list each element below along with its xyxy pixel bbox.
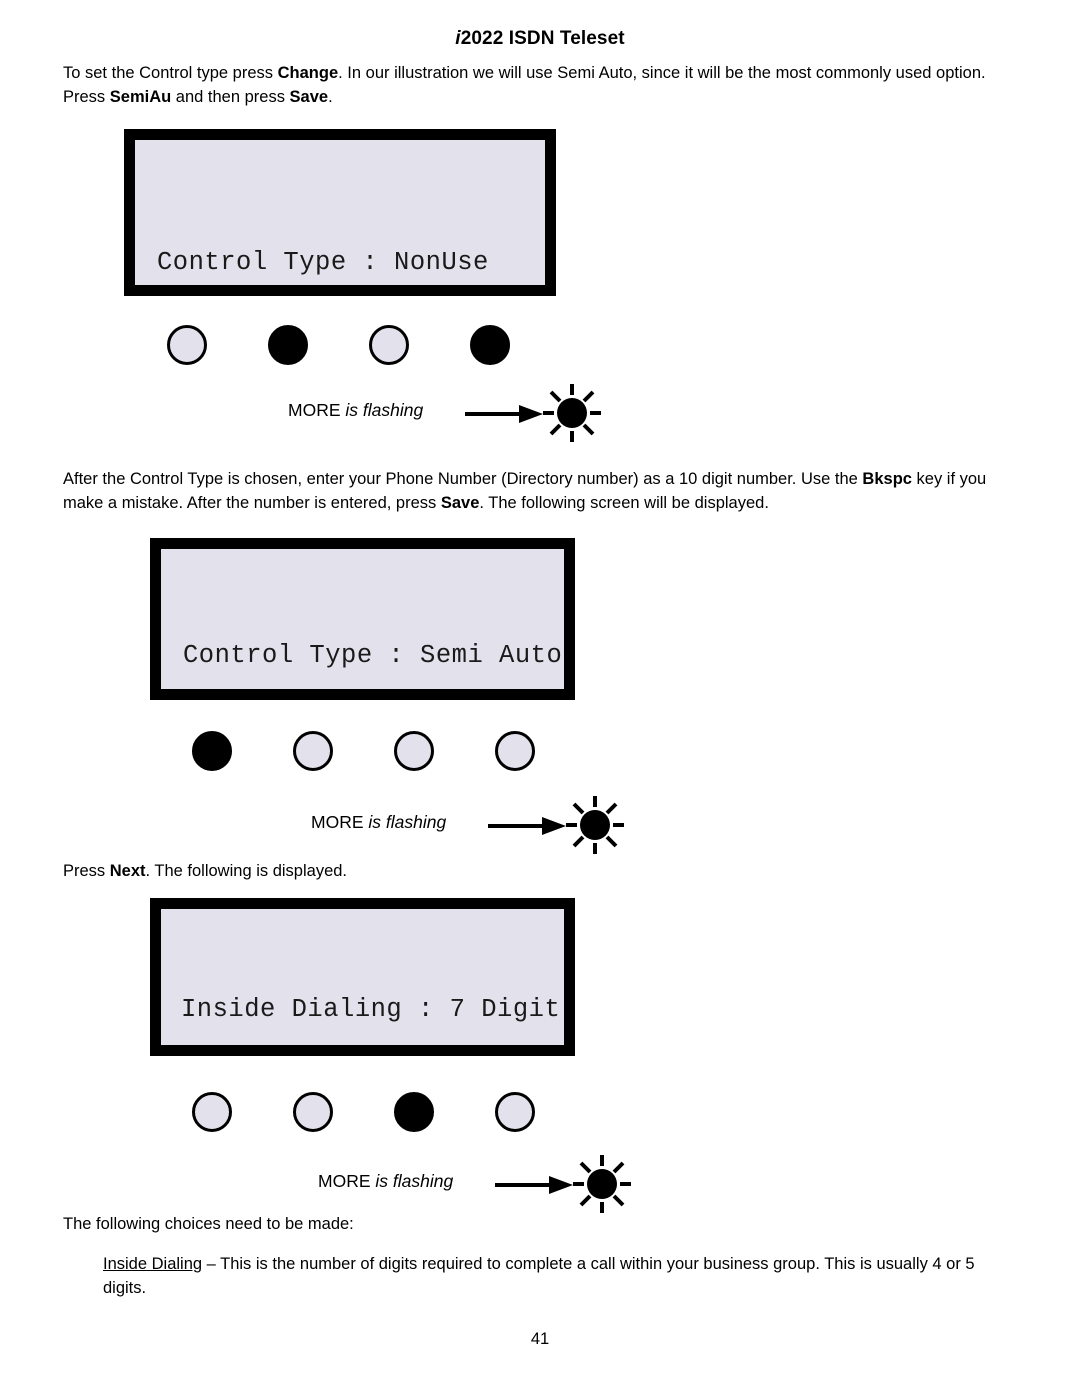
softkey-lamp-3-4[interactable]	[495, 1092, 535, 1132]
intro-text-part1: To set the Control type press	[63, 64, 278, 82]
document-page: i2022 ISDN Teleset To set the Control ty…	[0, 0, 1080, 1397]
intro-bold-semiau: SemiAu	[109, 88, 172, 106]
lcd1-line-1: Control Type : NonUse	[157, 248, 489, 277]
softkey-lamp-2-4[interactable]	[495, 731, 535, 771]
softkey-lamp-2-1[interactable]	[192, 731, 232, 771]
paragraph-set-control-type: To set the Control type press Change. In…	[63, 61, 1013, 109]
paragraph-inside-dialing: Inside Dialing – This is the number of d…	[103, 1252, 1015, 1300]
intro-bold-save: Save	[289, 88, 329, 106]
softkey-lamp-1-3[interactable]	[369, 325, 409, 365]
right-arrow-icon-3	[495, 1176, 573, 1194]
next-bold-next: Next	[109, 862, 146, 880]
flashing-lamp-icon-2	[566, 796, 624, 854]
lcd-display-dialing-options: Inside Dialing : 7 Digit Outside Code : …	[150, 898, 575, 1056]
flashing-label-more-1: MORE	[288, 400, 341, 420]
next-text-part1: Press	[63, 862, 110, 880]
inside-dialing-description: – This is the number of digits required …	[103, 1255, 975, 1297]
phone-text-part3: . The following screen will be displayed…	[479, 494, 769, 512]
flashing-label-1: MORE is flashing	[288, 400, 423, 421]
paragraph-phone-number: After the Control Type is chosen, enter …	[63, 467, 1018, 515]
flashing-label-italic-3: is flashing	[370, 1171, 454, 1191]
phone-bold-bkspc: Bkspc	[862, 470, 912, 488]
softkey-lamp-row-1	[167, 325, 587, 371]
next-text-part2: . The following is displayed.	[145, 862, 348, 880]
lcd2-line-1: Control Type : Semi Auto	[183, 641, 563, 670]
intro-text-part4: .	[328, 88, 333, 106]
flashing-label-2: MORE is flashing	[311, 812, 446, 833]
page-header: i2022 ISDN Teleset	[0, 28, 1080, 50]
softkey-lamp-3-1[interactable]	[192, 1092, 232, 1132]
softkey-lamp-1-1[interactable]	[167, 325, 207, 365]
flashing-lamp-icon-1	[543, 384, 601, 442]
softkey-lamp-1-4[interactable]	[470, 325, 510, 365]
paragraph-press-next: Press Next. The following is displayed.	[63, 859, 763, 883]
softkey-lamp-2-3[interactable]	[394, 731, 434, 771]
right-arrow-icon-1	[465, 405, 543, 423]
inside-dialing-term: Inside Dialing	[103, 1255, 203, 1273]
phone-bold-save: Save	[440, 494, 480, 512]
header-title: 2022 ISDN Teleset	[460, 28, 625, 49]
flashing-label-italic-1: is flashing	[340, 400, 424, 420]
softkey-lamp-row-2	[192, 731, 612, 777]
phone-text-part1: After the Control Type is chosen, enter …	[63, 470, 863, 488]
softkey-lamp-3-3[interactable]	[394, 1092, 434, 1132]
paragraph-choices-intro: The following choices need to be made:	[63, 1215, 354, 1233]
page-number: 41	[530, 1330, 550, 1348]
flashing-label-more-2: MORE	[311, 812, 364, 832]
intro-text-part3: and then press	[171, 88, 290, 106]
intro-bold-change: Change	[277, 64, 339, 82]
softkey-lamp-3-2[interactable]	[293, 1092, 333, 1132]
flashing-lamp-icon-3	[573, 1155, 631, 1213]
lcd-display-control-type: Control Type : NonUse SemiAu Auto Save	[124, 129, 556, 296]
softkey-lamp-row-3	[192, 1092, 612, 1138]
softkey-lamp-1-2[interactable]	[268, 325, 308, 365]
flashing-label-3: MORE is flashing	[318, 1171, 453, 1192]
flashing-label-italic-2: is flashing	[363, 812, 447, 832]
lcd3-line-1: Inside Dialing : 7 Digit	[181, 995, 561, 1024]
flashing-label-more-3: MORE	[318, 1171, 371, 1191]
lcd-display-phone-number: Control Type : Semi Auto Phone Number : …	[150, 538, 575, 700]
right-arrow-icon-2	[488, 817, 566, 835]
softkey-lamp-2-2[interactable]	[293, 731, 333, 771]
